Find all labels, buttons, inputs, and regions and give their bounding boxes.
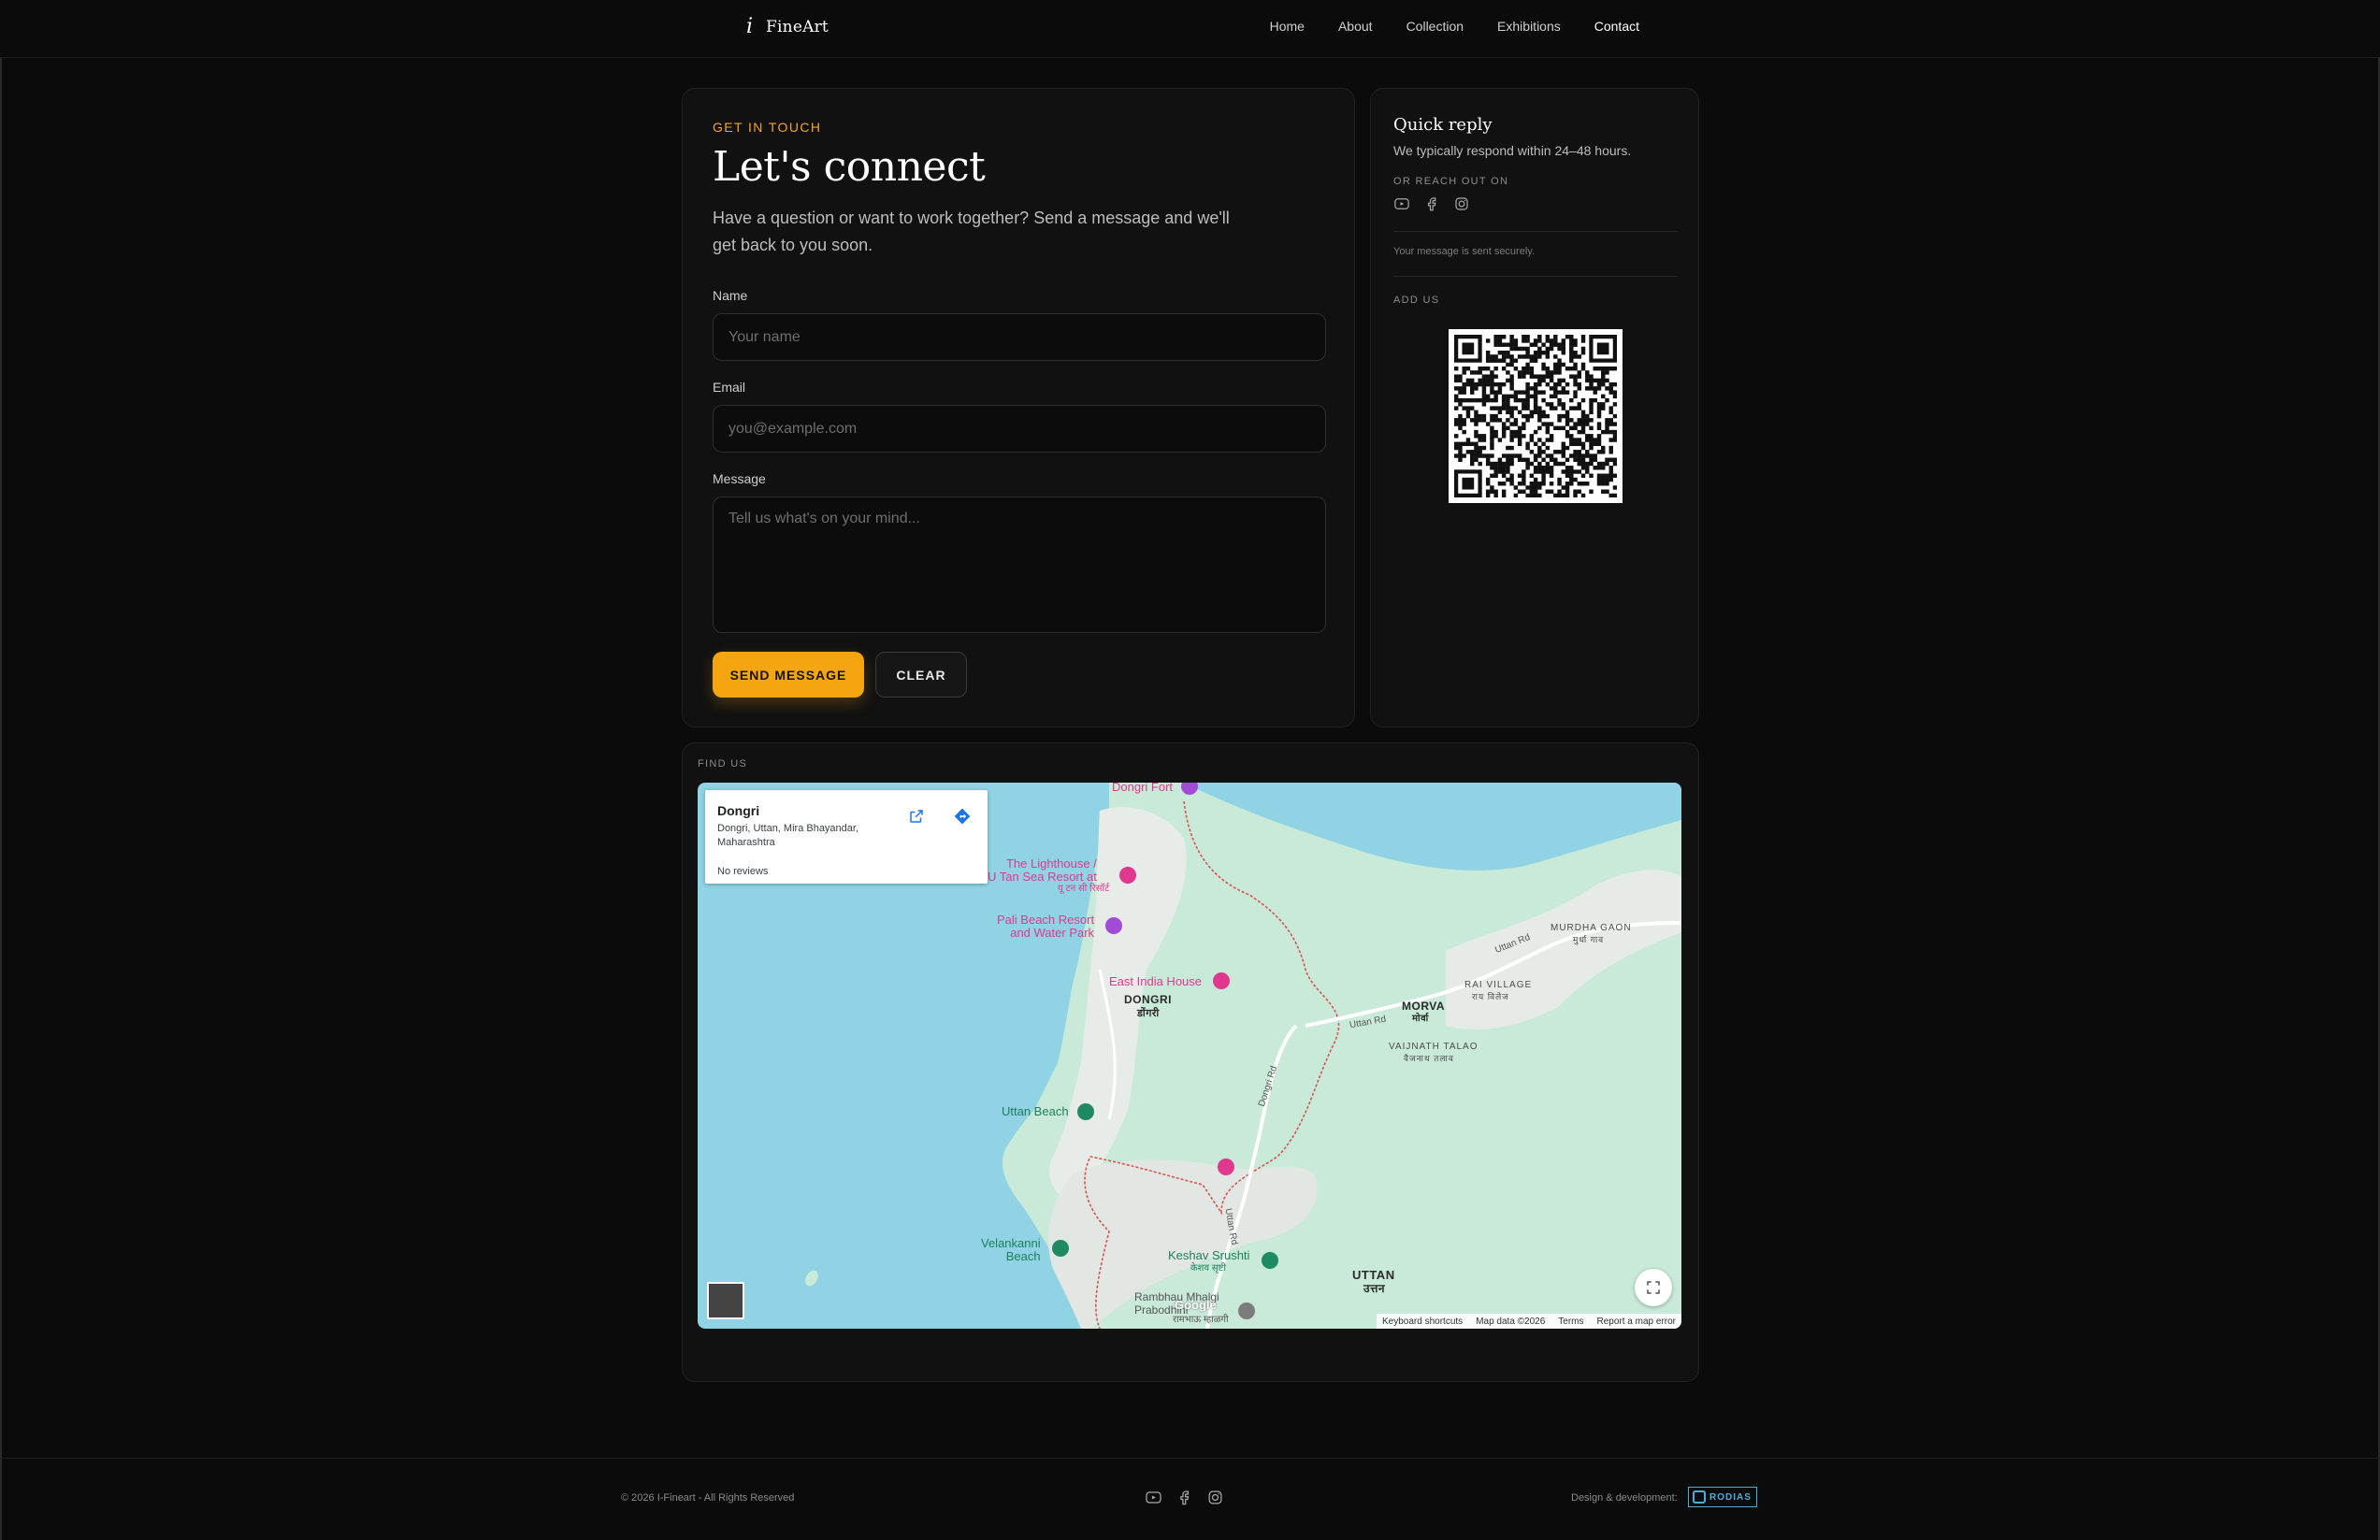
map-label-murdha-hi: मुर्धा गाव [1573,935,1605,944]
developer-logo-mark [1693,1490,1706,1504]
qr-code-pattern [1454,335,1618,498]
map-label-lighthouse-hi: यू टन सी रिसॉर्ट [1058,884,1110,894]
map-label-pali: Pali Beach Resort and Water Park [997,913,1095,940]
divider [1393,276,1678,277]
main-nav: Home About Collection Exhibitions Contac… [1270,19,1639,34]
directions-icon [954,808,971,825]
map-label-dongri: DONGRI [1124,993,1172,1006]
place-address: Dongri, Uttan, Mira Bhayandar, Maharasht… [717,823,859,848]
place-name: Dongri [717,803,760,818]
developer-logo[interactable]: RODIAS [1688,1487,1757,1507]
footer-social-links [1145,1489,1224,1506]
qr-code [1449,329,1623,503]
find-us-card: FIND US Dongri Fort The Lighthouse / U T… [682,742,1699,1382]
divider [1393,231,1678,232]
report-error-link[interactable]: Report a map error [1597,1317,1676,1327]
google-logo: Google [1175,1298,1217,1312]
email-input[interactable] [713,405,1326,453]
name-input[interactable] [713,313,1326,361]
find-us-label: FIND US [698,758,748,770]
embedded-map[interactable]: Dongri Fort The Lighthouse / U Tan Sea R… [698,783,1681,1329]
social-links [1393,195,1470,212]
nav-home[interactable]: Home [1270,19,1305,34]
map-data-text: Map data ©2026 [1476,1316,1546,1327]
map-label-vaijnath-hi: वैजनाथ तलाव [1404,1054,1454,1063]
top-navbar: i FineArt Home About Collection Exhibiti… [0,0,2380,58]
terms-link[interactable]: Terms [1558,1317,1583,1327]
map-label-keshav-hi: केशव सृष्टी [1190,1263,1227,1274]
nav-about[interactable]: About [1338,19,1373,34]
contact-form-card: GET IN TOUCH Let's connect Have a questi… [682,88,1355,727]
map-label-rambhau-hi: रामभाऊ म्हाळगी [1173,1315,1229,1325]
map-attribution: Keyboard shortcuts Map data ©2026 Terms … [1377,1314,1681,1329]
secure-note: Your message is sent securely. [1393,246,1536,257]
quick-reply-title: Quick reply [1393,115,1493,135]
youtube-icon[interactable] [1145,1489,1162,1506]
message-label: Message [713,471,766,486]
place-info-card: Dongri Dongri, Uttan, Mira Bhayandar, Ma… [705,790,988,884]
site-footer: © 2026 I-Fineart - All Rights Reserved D… [0,1458,2380,1540]
map-label-east-india-house: East India House [1109,974,1203,988]
message-textarea[interactable] [713,497,1326,633]
map-label-uttan-beach: Uttan Beach [1002,1104,1069,1118]
open-in-maps-button[interactable] [902,801,931,831]
name-label: Name [713,288,748,303]
directions-button[interactable] [947,801,977,831]
brand-mark: i [746,15,754,38]
facebook-icon[interactable] [1423,195,1440,212]
map-label-velankanni: Velankanni Beach [981,1236,1041,1263]
keyboard-shortcuts-link[interactable]: Keyboard shortcuts [1382,1317,1463,1327]
fullscreen-icon [1647,1281,1660,1294]
map-label-dongri-hi: डोंगरी [1137,1008,1160,1019]
credit-text: Design & development: [1571,1492,1678,1504]
page-title: Let's connect [713,143,986,191]
place-reviews: No reviews [717,866,769,877]
map-label-fort: Dongri Fort [1112,783,1174,794]
eyebrow: GET IN TOUCH [713,120,822,135]
brand-name: FineArt [766,17,829,36]
email-label: Email [713,380,746,395]
nav-contact[interactable]: Contact [1594,19,1639,34]
instagram-icon[interactable] [1206,1489,1224,1506]
street-view-thumbnail[interactable] [707,1282,744,1319]
response-time-text: We typically respond within 24–48 hours. [1393,143,1632,158]
map-label-morva-hi: मोर्वा [1412,1014,1429,1024]
instagram-icon[interactable] [1453,195,1470,212]
map-label-rai-hi: राय विलेज [1472,992,1509,1001]
facebook-icon[interactable] [1176,1489,1193,1506]
map-label-keshav: Keshav Srushti [1168,1248,1250,1262]
youtube-icon[interactable] [1393,195,1410,212]
reach-out-label: OR REACH OUT ON [1393,176,1509,187]
quick-reply-card: Quick reply We typically respond within … [1370,88,1699,727]
map-label-uttan-hi: उत्तन [1363,1282,1386,1295]
brand-logo[interactable]: i FineArt [746,15,829,38]
add-us-label: ADD US [1393,295,1440,306]
nav-collection[interactable]: Collection [1406,19,1464,34]
nav-exhibitions[interactable]: Exhibitions [1497,19,1561,34]
map-label-uttan: UTTAN [1352,1268,1395,1282]
copyright: © 2026 I-Fineart - All Rights Reserved [621,1492,795,1504]
developer-logo-text: RODIAS [1709,1491,1752,1503]
send-message-button[interactable]: SEND MESSAGE [713,652,864,698]
fullscreen-button[interactable] [1635,1269,1672,1306]
map-label-lighthouse: The Lighthouse / U Tan Sea Resort at [988,856,1097,884]
intro-text: Have a question or want to work together… [713,209,1230,254]
clear-button[interactable]: CLEAR [875,652,967,698]
external-link-icon [910,810,923,823]
map-label-morva: MORVA [1402,1000,1446,1013]
